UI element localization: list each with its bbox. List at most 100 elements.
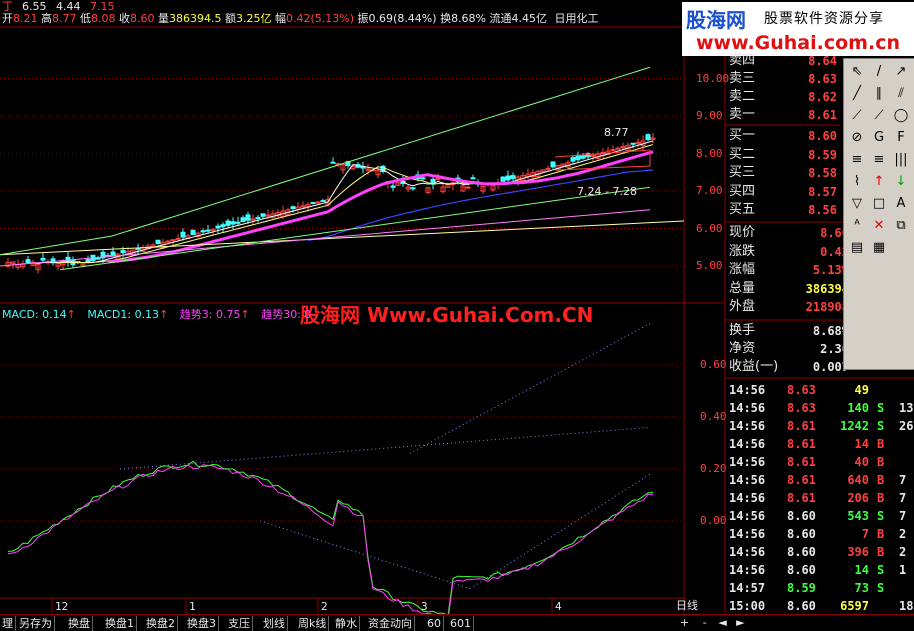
candle-body (620, 146, 626, 149)
date-tick-label: 1 (189, 600, 196, 613)
add-icon[interactable]: + (680, 616, 689, 629)
scroll-left-icon[interactable]: ◄ (718, 616, 726, 629)
candle-body (260, 213, 266, 217)
period-label[interactable]: 日线 (676, 597, 698, 613)
candle-body (645, 134, 651, 141)
minus-icon[interactable]: - (703, 616, 707, 629)
macd-tick-label: 0.00 (700, 514, 727, 527)
candle-body (225, 220, 231, 226)
tab-6[interactable]: 支压 (226, 616, 253, 631)
tick-row: 14:56 8.60 543 S 7 (729, 509, 907, 523)
candle-body (215, 225, 221, 229)
period-icon[interactable]: ||| (891, 150, 911, 170)
rect-icon[interactable]: □ (869, 194, 889, 214)
price-tick-label: 8.00 (696, 146, 723, 160)
sell-level: 卖一 8.61 (729, 107, 837, 122)
price-tick-label: 6.00 (696, 221, 723, 235)
candle-body (465, 186, 471, 189)
candle-body (65, 256, 71, 262)
sell-level: 卖二 8.62 (729, 89, 837, 104)
bottom-tab-bar: 理另存为 换盘 换盘1 换盘2 换盘3 支压 划线 周k线 静水 资金动向 60 601 日线 + -… (0, 599, 914, 631)
scroll-controls[interactable]: + - ◄ ► (680, 616, 745, 629)
tab-7[interactable]: 划线 (261, 616, 288, 631)
candle-body (230, 221, 236, 225)
tick-row: 14:56 8.63 140 S 13 (729, 401, 914, 415)
candle-body (610, 149, 616, 152)
macd-tick-label: 0.40 (700, 410, 727, 423)
copy-icon[interactable]: ⧉ (891, 216, 911, 236)
line-tool-icon[interactable]: / (869, 62, 889, 82)
tick-row: 14:56 8.61 40 B (729, 455, 885, 469)
candle-body (190, 229, 196, 235)
fibonacci-icon[interactable]: F (891, 128, 911, 148)
candle-body (590, 154, 596, 157)
date-tick-label: 2 (321, 600, 328, 613)
candle-body (500, 176, 506, 182)
spiral-icon[interactable]: ⌇ (847, 172, 867, 192)
candle-body (200, 230, 206, 233)
down-arrow-icon[interactable]: ↓ (891, 172, 911, 192)
candle-body (545, 167, 551, 170)
channel-upper-line (111, 66, 651, 237)
candle-body (570, 157, 576, 162)
candle-body (320, 200, 326, 203)
tab-8[interactable]: 周k线 (296, 616, 330, 631)
candle-body (255, 217, 261, 220)
tick-row: 14:56 8.61 640 B 7 (729, 473, 907, 487)
gann-icon[interactable]: G (869, 128, 889, 148)
arrow-line-icon[interactable]: ↗ (891, 62, 911, 82)
tick-row: 14:56 8.60 14 S 1 (729, 563, 907, 577)
tab-12[interactable]: 601 (448, 616, 474, 631)
ma10-line (57, 144, 654, 264)
ray-tool-icon[interactable]: ╱ (847, 84, 867, 104)
candle-body (420, 177, 426, 180)
candle-body (210, 228, 216, 231)
drawing-toolbox: ⇖ / ↗ ╱ ∥ ⫽ ⟋ ⟋ ◯ ⊘ G F ≡ ≡ ||| ⌇ ↑ ↓ ▽ □ Aᴬ ✕ ⧉ ▤ ▦ (843, 58, 914, 370)
triangle-icon[interactable]: ▽ (847, 194, 867, 214)
label-icon[interactable]: ᴬ (847, 216, 867, 236)
tab-10[interactable]: 资金动向 (366, 616, 415, 631)
buy-level: 买一 8.60 (729, 128, 837, 143)
cycle-icon[interactable]: ⟋ (869, 106, 889, 126)
macd-tick-label: 0.60 (700, 358, 727, 371)
tab-9[interactable]: 静水 (333, 616, 360, 631)
tab-4[interactable]: 换盘2 (144, 616, 178, 631)
tab-3[interactable]: 换盘1 (103, 616, 137, 631)
ellipse-icon[interactable]: ⊘ (847, 128, 867, 148)
fi-icon[interactable]: ≡ (869, 150, 889, 170)
candle-body (170, 239, 176, 242)
candle-body (390, 185, 396, 188)
text-icon[interactable]: A (891, 194, 911, 214)
scroll-right-icon[interactable]: ► (736, 616, 744, 629)
cursor-tool-icon[interactable]: ⇖ (847, 62, 867, 82)
circle-icon[interactable]: ◯ (891, 106, 911, 126)
tab-5[interactable]: 换盘3 (185, 616, 219, 631)
tab-2[interactable]: 换盘 (66, 616, 93, 631)
candle-body (155, 239, 161, 245)
macd1-line (7, 464, 654, 621)
macd-dotted-upper (409, 322, 651, 454)
buy-level: 买三 8.58 (729, 165, 837, 180)
up-arrow-icon[interactable]: ↑ (869, 172, 889, 192)
long-ma-line-2 (0, 209, 651, 267)
tab-11[interactable]: 60 (425, 616, 444, 631)
ga-icon[interactable]: ≡ (847, 150, 867, 170)
buy-level: 买二 8.59 (729, 146, 837, 162)
quote-line: 开8.21 高8.77 低8.08 收8.60 量386394.5 额3.25亿… (2, 12, 599, 25)
candle-body (505, 175, 511, 181)
fan-icon[interactable]: ⟋ (847, 106, 867, 126)
parallel-icon[interactable]: ∥ (869, 84, 889, 104)
macd-tick-label: 0.20 (700, 462, 727, 475)
tick-row: 14:56 8.63 49 (729, 383, 869, 397)
settings-icon[interactable]: ▦ (869, 238, 889, 258)
candle-body (235, 221, 241, 224)
date-tick-label: 12 (55, 600, 69, 613)
macd-line (7, 460, 654, 617)
chart-icon[interactable]: ▤ (847, 238, 867, 258)
tab-0[interactable]: 理 (0, 616, 16, 631)
candle-body (315, 201, 321, 204)
delete-icon[interactable]: ✕ (869, 216, 889, 236)
tab-1[interactable]: 另存为 (17, 616, 55, 631)
channel-icon[interactable]: ⫽ (891, 84, 911, 104)
center-watermark: 股海网 Www.Guhai.Com.CN (300, 303, 594, 327)
